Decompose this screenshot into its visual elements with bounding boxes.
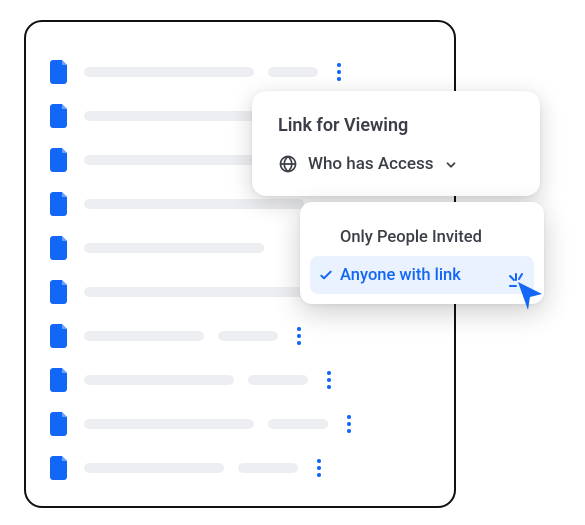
document-icon	[50, 192, 70, 216]
file-row[interactable]	[50, 314, 434, 358]
file-row[interactable]	[50, 446, 434, 490]
globe-icon	[278, 154, 298, 174]
document-icon	[50, 148, 70, 172]
document-icon	[50, 368, 70, 392]
file-name-placeholder	[84, 419, 254, 429]
file-meta-placeholder	[268, 419, 328, 429]
option-label: Anyone with link	[340, 266, 461, 285]
more-options-button[interactable]	[342, 415, 356, 433]
file-name-placeholder	[84, 67, 254, 77]
file-name-placeholder	[84, 375, 234, 385]
more-options-button[interactable]	[332, 63, 346, 81]
more-options-button[interactable]	[322, 371, 336, 389]
option-label: Only People Invited	[340, 228, 482, 247]
document-icon	[50, 104, 70, 128]
document-icon	[50, 236, 70, 260]
file-name-placeholder	[84, 463, 224, 473]
file-meta-placeholder	[218, 331, 278, 341]
more-options-button[interactable]	[312, 459, 326, 477]
more-options-button[interactable]	[292, 327, 306, 345]
file-meta-placeholder	[268, 67, 318, 77]
option-anyone-with-link[interactable]: Anyone with link	[310, 256, 534, 294]
share-popup: Link for Viewing Who has Access	[252, 91, 540, 196]
document-icon	[50, 280, 70, 304]
file-meta-placeholder	[248, 375, 308, 385]
file-name-placeholder	[84, 243, 264, 253]
document-icon	[50, 60, 70, 84]
who-has-access-label: Who has Access	[308, 154, 434, 174]
share-popup-title: Link for Viewing	[278, 115, 516, 136]
document-icon	[50, 324, 70, 348]
who-has-access-dropdown[interactable]: Who has Access	[278, 154, 516, 174]
file-name-placeholder	[84, 199, 304, 209]
document-icon	[50, 412, 70, 436]
chevron-down-icon	[444, 157, 458, 171]
file-name-placeholder	[84, 331, 204, 341]
cursor-icon	[508, 272, 548, 312]
file-row[interactable]	[50, 358, 434, 402]
file-row[interactable]	[50, 50, 434, 94]
option-only-invited[interactable]: Only People Invited	[310, 218, 534, 256]
file-row[interactable]	[50, 402, 434, 446]
check-icon	[318, 267, 334, 283]
document-icon	[50, 456, 70, 480]
file-meta-placeholder	[238, 463, 298, 473]
